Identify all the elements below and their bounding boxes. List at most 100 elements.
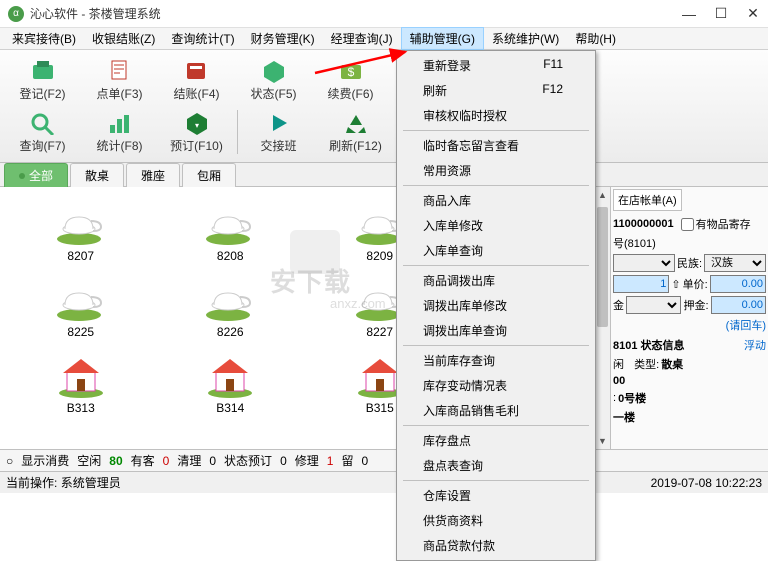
cup-icon xyxy=(202,275,258,323)
room-item-8208[interactable]: 8208 xyxy=(158,195,304,267)
nation-select-left[interactable] xyxy=(613,254,675,272)
floor-value: 一楼 xyxy=(613,409,635,425)
recycle-icon xyxy=(342,111,370,135)
tab-elegant[interactable]: 雅座 xyxy=(126,163,180,187)
menu-separator xyxy=(403,345,589,346)
state-value: 闲 xyxy=(613,356,624,372)
menu-item[interactable]: 商品调拨出库 xyxy=(399,268,593,293)
register-icon xyxy=(29,59,57,83)
scroll-thumb[interactable] xyxy=(597,207,608,327)
qty-input[interactable] xyxy=(613,275,669,293)
house-icon xyxy=(53,351,109,399)
content: 82078208820982108225822682278228B313B314… xyxy=(0,187,768,449)
tool-checkout[interactable]: 结账(F4) xyxy=(159,55,234,105)
order-icon xyxy=(106,59,134,83)
status-icon xyxy=(260,59,288,83)
cup-icon xyxy=(53,275,109,323)
menu-finance[interactable]: 财务管理(K) xyxy=(243,28,323,49)
menu-item[interactable]: 供货商资料 xyxy=(399,508,593,533)
toolbar: 登记(F2) 点单(F3) 结账(F4) 状态(F5) $续费(F6) 查询(F… xyxy=(0,50,768,163)
stay-count: 0 xyxy=(361,454,368,468)
side-tab-instore[interactable]: 在店帐单(A) xyxy=(613,189,682,211)
reserve-icon: ▾ xyxy=(183,111,211,135)
house-icon xyxy=(202,351,258,399)
menu-assist[interactable]: 辅助管理(G) xyxy=(401,27,484,50)
tab-all[interactable]: 全部 xyxy=(4,163,68,187)
money-icon: $ xyxy=(337,59,365,83)
scroll-down-icon[interactable]: ▼ xyxy=(595,433,610,449)
side-panel: 在店帐单(A) 1100000001 有物品寄存 号(8101) 民族:汉族 ⇧… xyxy=(610,187,768,449)
pledge-input[interactable] xyxy=(711,296,766,314)
scrollbar[interactable]: ▲ ▼ xyxy=(594,187,610,449)
menu-manager[interactable]: 经理查询(J) xyxy=(323,28,401,49)
menu-item[interactable]: 库存变动情况表 xyxy=(399,373,593,398)
tool-stats[interactable]: 统计(F8) xyxy=(82,107,157,157)
tool-shift[interactable]: 交接班 xyxy=(241,107,316,157)
menu-query[interactable]: 查询统计(T) xyxy=(163,28,242,49)
close-button[interactable]: ✕ xyxy=(746,7,760,21)
scroll-up-icon[interactable]: ▲ xyxy=(595,187,610,203)
room-item-8207[interactable]: 8207 xyxy=(8,195,154,267)
titlebar: α 沁心软件 - 茶楼管理系统 — ☐ ✕ xyxy=(0,0,768,28)
room-label: 8227 xyxy=(366,325,393,339)
menu-item[interactable]: 入库单修改 xyxy=(399,213,593,238)
float-link[interactable]: 浮动 xyxy=(744,337,766,353)
type-value: 散桌 xyxy=(661,356,683,372)
room-item-8226[interactable]: 8226 xyxy=(158,271,304,343)
tool-refresh[interactable]: 刷新(F12) xyxy=(318,107,393,157)
menu-cashier[interactable]: 收银结账(Z) xyxy=(84,28,163,49)
deposit-checkbox[interactable] xyxy=(681,218,694,231)
menu-item[interactable]: 常用资源 xyxy=(399,158,593,183)
room-item-B313[interactable]: B313 xyxy=(8,347,154,419)
menu-item[interactable]: 重新登录F11 xyxy=(399,53,593,78)
tool-renew[interactable]: $续费(F6) xyxy=(313,55,388,105)
guest-count: 0 xyxy=(163,454,170,468)
price-input[interactable] xyxy=(710,275,766,293)
menu-item[interactable]: 调拨出库单查询 xyxy=(399,318,593,343)
menu-item[interactable]: 审核权临时授权 xyxy=(399,103,593,128)
shift-icon xyxy=(265,111,293,135)
menu-item[interactable]: 商品贷款付款 xyxy=(399,533,593,558)
tool-register[interactable]: 登记(F2) xyxy=(5,55,80,105)
nation-select[interactable]: 汉族 xyxy=(704,254,766,272)
menu-separator xyxy=(403,480,589,481)
minimize-button[interactable]: — xyxy=(682,7,696,21)
status-header: 8101 状态信息 xyxy=(613,337,685,353)
assist-dropdown: 重新登录F11刷新F12审核权临时授权临时备忘留言查看常用资源商品入库入库单修改… xyxy=(396,50,596,561)
menu-item[interactable]: 刷新F12 xyxy=(399,78,593,103)
menu-item[interactable]: 商品入库 xyxy=(399,188,593,213)
menu-item[interactable]: 库存盘点 xyxy=(399,428,593,453)
tab-scatter[interactable]: 散桌 xyxy=(70,163,124,187)
cup-icon xyxy=(53,199,109,247)
menu-reception[interactable]: 来宾接待(B) xyxy=(4,28,84,49)
tool-order[interactable]: 点单(F3) xyxy=(82,55,157,105)
view-tabs: 全部 散桌 雅座 包厢 xyxy=(0,163,768,187)
tool-query[interactable]: 查询(F7) xyxy=(5,107,80,157)
svg-text:▾: ▾ xyxy=(194,121,198,130)
menu-item[interactable]: 当前库存查询 xyxy=(399,348,593,373)
tool-reserve[interactable]: ▾预订(F10) xyxy=(159,107,234,157)
tab-box[interactable]: 包厢 xyxy=(182,163,236,187)
maximize-button[interactable]: ☐ xyxy=(714,7,728,21)
menu-item[interactable]: 仓库设置 xyxy=(399,483,593,508)
menu-item[interactable]: 入库商品销售毛利 xyxy=(399,398,593,423)
cup-icon xyxy=(202,199,258,247)
menu-item[interactable]: 入库单查询 xyxy=(399,238,593,263)
svg-text:$: $ xyxy=(347,65,354,79)
menu-help[interactable]: 帮助(H) xyxy=(567,28,624,49)
room-label: 8207 xyxy=(67,249,94,263)
tool-status[interactable]: 状态(F5) xyxy=(236,55,311,105)
menu-item[interactable]: 调拨出库单修改 xyxy=(399,293,593,318)
current-operator: 系统管理员 xyxy=(61,476,121,490)
gold-select[interactable] xyxy=(626,296,681,314)
menu-item[interactable]: 盘点表查询 xyxy=(399,453,593,478)
room-item-B314[interactable]: B314 xyxy=(158,347,304,419)
menu-system[interactable]: 系统维护(W) xyxy=(484,28,567,49)
menu-item[interactable]: 临时备忘留言查看 xyxy=(399,133,593,158)
room-label: 8225 xyxy=(67,325,94,339)
val1: 00 xyxy=(613,375,625,387)
toolbar-separator xyxy=(237,110,238,154)
room-label: B313 xyxy=(67,401,95,415)
room-item-8225[interactable]: 8225 xyxy=(8,271,154,343)
show-consumption[interactable]: 显示消费 xyxy=(21,452,69,469)
